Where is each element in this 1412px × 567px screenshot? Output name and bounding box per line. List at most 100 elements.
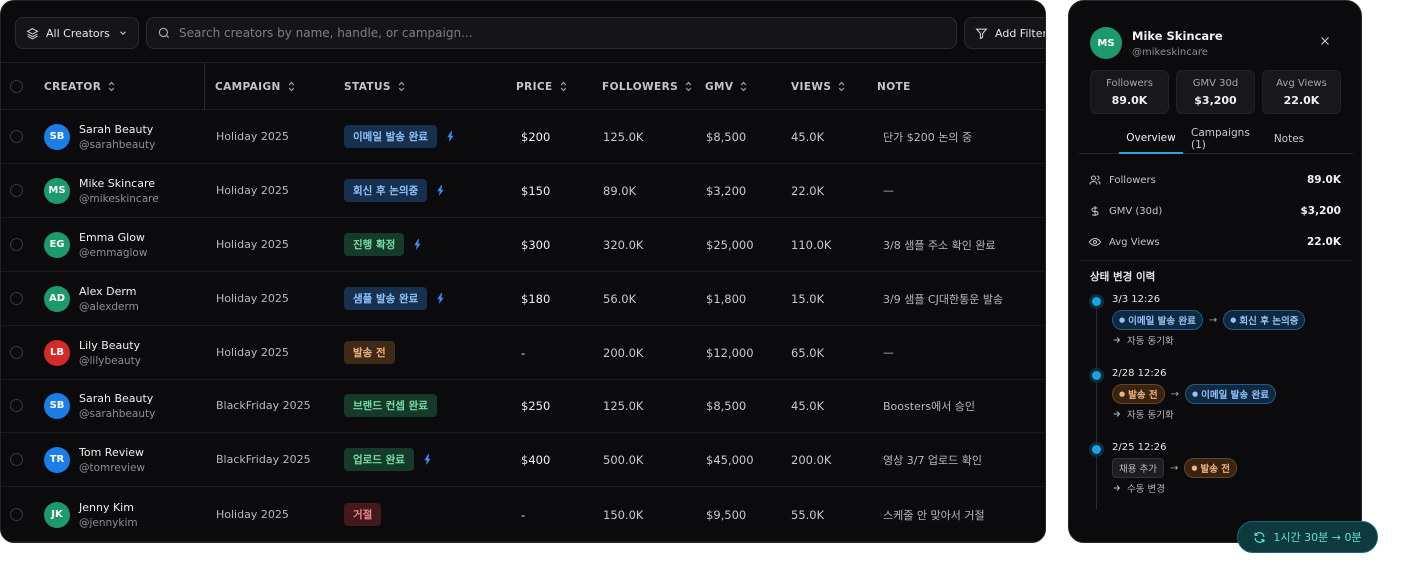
creator-name[interactable]: Sarah Beauty	[79, 392, 155, 405]
status-badge[interactable]: 회신 후 논의중	[344, 179, 428, 202]
column-header-status[interactable]: STATUS	[344, 63, 406, 110]
views-cell: 55.0K	[791, 507, 825, 522]
refresh-icon	[1254, 531, 1265, 543]
all-creators-label: All Creators	[46, 26, 110, 40]
status-badge[interactable]: 거절	[344, 503, 382, 526]
status-badge[interactable]: 이메일 발송 완료	[344, 125, 437, 148]
campaign-cell: Holiday 2025	[216, 238, 289, 251]
creator-name[interactable]: Alex Derm	[79, 285, 139, 298]
column-divider[interactable]	[204, 63, 205, 110]
chevron-down-icon	[120, 31, 126, 35]
status-cell: 발송 전	[344, 326, 395, 379]
creator-name[interactable]: Tom Review	[79, 446, 145, 459]
tab-notes[interactable]: Notes	[1271, 124, 1307, 154]
table-row[interactable]: SB Sarah Beauty @sarahbeauty Holiday 2025 이메…	[1, 110, 1045, 164]
creator-handle: @mikeskincare	[1132, 47, 1208, 58]
gmv-cell: $25,000	[706, 237, 754, 252]
history-title: 상태 변경 이력	[1090, 271, 1156, 283]
note-cell[interactable]: 3/9 샘플 CJ대한통운 발송	[883, 272, 1003, 325]
note-cell[interactable]: 스케줄 안 맞아서 거절	[883, 488, 985, 541]
sort-icon	[685, 81, 692, 92]
status-from-pill: ● 이메일 발송 완료	[1112, 310, 1203, 330]
add-filter-button[interactable]: Add Filter	[964, 17, 1045, 49]
select-all-checkbox[interactable]	[10, 80, 23, 93]
row-checkbox[interactable]	[10, 292, 23, 305]
gmv-cell: $8,500	[706, 129, 747, 144]
status-badge[interactable]: 샘플 발송 완료	[344, 287, 428, 310]
column-header-views[interactable]: VIEWS	[791, 63, 846, 110]
sync-bolt-icon	[437, 293, 444, 304]
note-cell[interactable]: —	[883, 164, 894, 217]
status-badge[interactable]: 브랜드 컨셉 완료	[344, 394, 437, 417]
note-cell[interactable]: —	[883, 326, 894, 379]
status-from-pill: 채용 추가	[1112, 458, 1164, 478]
table-row[interactable]: TR Tom Review @tomreview BlackFriday 2025 업로…	[1, 433, 1045, 487]
info-row-avg-views: Avg Views 22.0K	[1089, 232, 1341, 252]
row-checkbox[interactable]	[10, 508, 23, 521]
creator-handle: @mikeskincare	[79, 192, 159, 205]
creator-name[interactable]: Sarah Beauty	[79, 123, 155, 136]
info-label: Avg Views	[1109, 236, 1160, 248]
row-checkbox[interactable]	[10, 238, 23, 251]
sort-icon	[108, 81, 115, 92]
avatar: MS	[1090, 27, 1122, 59]
time-saved-toast[interactable]: 1시간 30분 → 0분	[1237, 521, 1378, 553]
note-cell[interactable]: 3/8 샘플 주소 확인 완료	[883, 218, 996, 271]
info-label: Followers	[1109, 174, 1156, 186]
row-checkbox[interactable]	[10, 346, 23, 359]
column-header-followers[interactable]: FOLLOWERS	[602, 63, 693, 110]
status-cell: 업로드 완료	[344, 433, 432, 486]
avatar: JK	[44, 501, 70, 528]
column-header-note[interactable]: NOTE	[877, 63, 911, 110]
column-header-campaign[interactable]: CAMPAIGN	[215, 63, 296, 110]
table-row[interactable]: EG Emma Glow @emmaglow Holiday 2025 진행 확정 $30…	[1, 218, 1045, 272]
row-checkbox[interactable]	[10, 453, 23, 466]
status-to-pill: ● 발송 전	[1184, 458, 1238, 478]
status-to-pill: ● 회신 후 논의중	[1223, 310, 1306, 330]
avatar: SB	[44, 123, 70, 150]
followers-cell: 125.0K	[603, 129, 644, 144]
creator-name[interactable]: Emma Glow	[79, 231, 147, 244]
table-row[interactable]: LB Lily Beauty @lilybeauty Holiday 2025 발송 전…	[1, 326, 1045, 380]
creator-handle: @lilybeauty	[79, 354, 142, 367]
eye-icon	[1089, 237, 1101, 247]
stat-value: $3,200	[1194, 93, 1237, 107]
gmv-cell: $12,000	[706, 345, 754, 360]
close-icon[interactable]	[1318, 34, 1332, 48]
column-header-gmv[interactable]: GMV	[705, 63, 748, 110]
note-cell[interactable]: 단가 $200 논의 중	[883, 110, 972, 163]
creator-name[interactable]: Lily Beauty	[79, 339, 141, 352]
note-cell[interactable]: Boosters에서 승인	[883, 379, 975, 432]
status-badge[interactable]: 진행 확정	[344, 233, 405, 256]
creator-name[interactable]: Jenny Kim	[79, 501, 138, 514]
search-icon	[158, 27, 170, 39]
table-row[interactable]: JK Jenny Kim @jennykim Holiday 2025 거절 - 150.0…	[1, 488, 1045, 542]
sync-bolt-icon	[437, 185, 444, 196]
sort-icon	[398, 81, 405, 92]
table-row[interactable]: SB Sarah Beauty @sarahbeauty BlackFriday 20…	[1, 379, 1045, 433]
table-row[interactable]: AD Alex Derm @alexderm Holiday 2025 샘플 발송 완료…	[1, 272, 1045, 326]
tab-overview[interactable]: Overview	[1119, 124, 1183, 154]
creator-name[interactable]: Mike Skincare	[79, 177, 159, 190]
note-cell[interactable]: 영상 3/7 업로드 확인	[883, 433, 982, 486]
gmv-cell: $45,000	[706, 452, 754, 467]
divider	[1079, 260, 1353, 261]
price-cell: $400	[521, 452, 551, 467]
info-label: GMV (30d)	[1109, 205, 1163, 217]
creator-handle: @alexderm	[79, 300, 139, 313]
row-checkbox[interactable]	[10, 399, 23, 412]
tab-campaigns[interactable]: Campaigns (1)	[1191, 124, 1263, 154]
column-header-creator[interactable]: CREATOR	[44, 63, 116, 110]
all-creators-dropdown[interactable]: All Creators	[15, 17, 139, 49]
creator-cell: SB Sarah Beauty @sarahbeauty	[44, 379, 155, 432]
row-checkbox[interactable]	[10, 130, 23, 143]
table-row[interactable]: MS Mike Skincare @mikeskincare Holiday 2025…	[1, 164, 1045, 218]
column-header-price[interactable]: PRICE	[516, 63, 568, 110]
status-badge[interactable]: 발송 전	[344, 341, 395, 364]
search-input[interactable]	[179, 26, 939, 40]
creator-handle: @emmaglow	[79, 246, 148, 259]
row-checkbox[interactable]	[10, 184, 23, 197]
history-source: 자동 동기화	[1112, 407, 1174, 421]
status-badge[interactable]: 업로드 완료	[344, 448, 414, 471]
info-row-followers: Followers 89.0K	[1089, 170, 1341, 190]
